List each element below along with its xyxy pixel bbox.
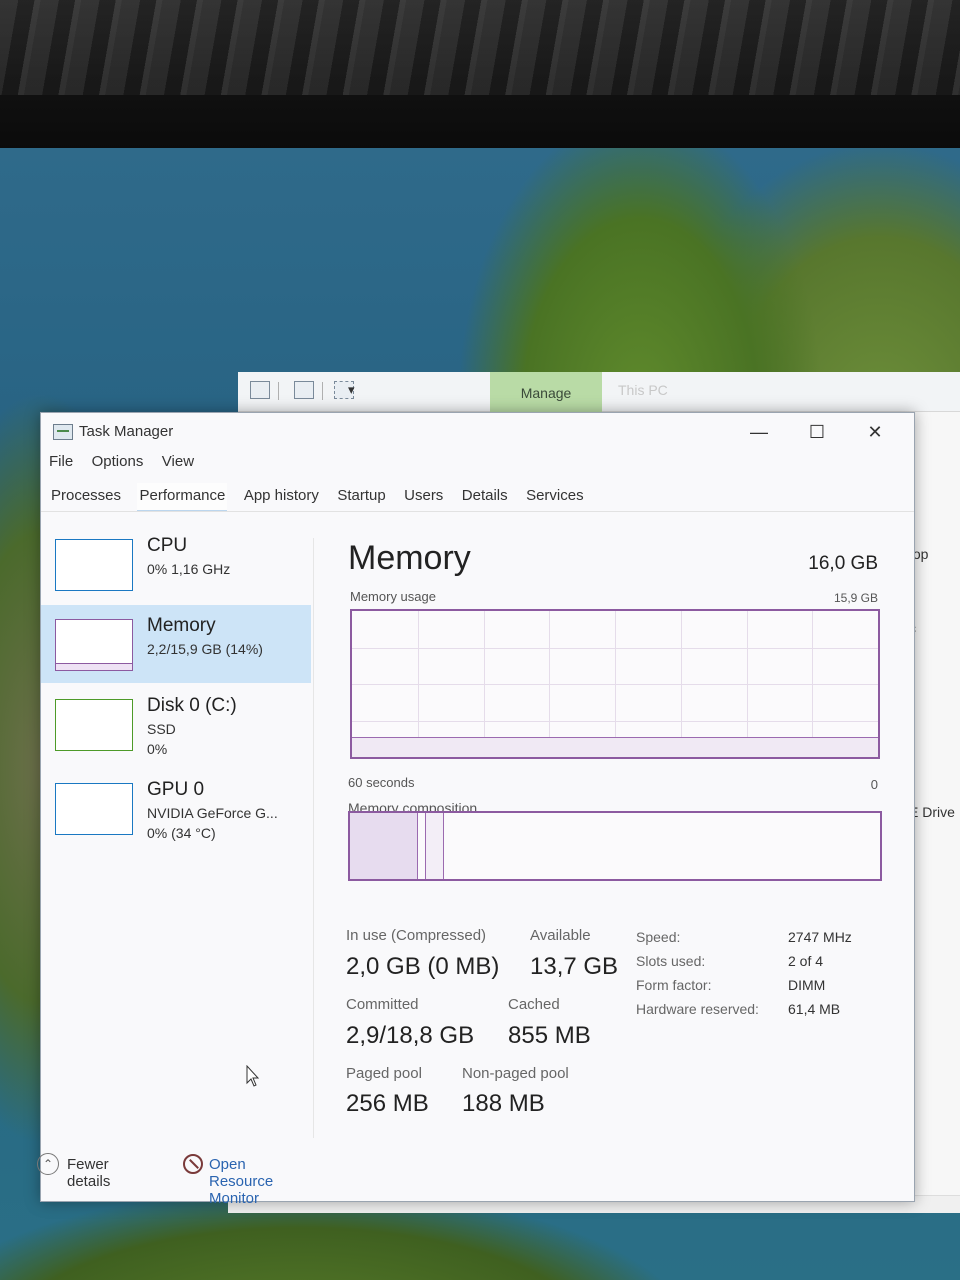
- cpu-mini-graph: [55, 539, 133, 591]
- memory-composition-bar: [348, 811, 882, 881]
- disk-mini-graph: [55, 699, 133, 751]
- menu-view[interactable]: View: [162, 453, 194, 470]
- explorer-title-bar: ▾ Manage This PC: [238, 372, 960, 412]
- toolbar-separator: [322, 382, 323, 400]
- tab-users[interactable]: Users: [402, 483, 445, 510]
- memory-usage-label: Memory usage: [350, 589, 436, 604]
- time-axis-end: 0: [870, 777, 878, 792]
- fewer-details-label: Fewer details: [67, 1156, 111, 1190]
- explorer-partial-text: E Drive: [909, 804, 955, 820]
- gpu-mini-graph: [55, 783, 133, 835]
- desk-background: [0, 0, 960, 95]
- committed-value: 2,9/18,8 GB: [346, 1022, 475, 1049]
- paged-pool-label: Paged pool: [346, 1065, 422, 1082]
- in-use-label: In use (Compressed): [346, 927, 487, 944]
- properties-icon[interactable]: [294, 381, 314, 399]
- spec-slots-value: 2 of 4: [788, 953, 824, 969]
- spec-hardware-reserved-value: 61,4 MB: [788, 1001, 841, 1017]
- sidebar-item-detail: NVIDIA GeForce G...: [147, 805, 278, 821]
- sidebar-item-detail: 0% (34 °C): [147, 825, 216, 841]
- performance-sidebar: CPU 0% 1,16 GHz Memory 2,2/15,9 GB (14%)…: [41, 525, 311, 1125]
- sidebar-item-detail: SSD: [147, 721, 176, 737]
- sidebar-item-gpu[interactable]: GPU 0 NVIDIA GeForce G... 0% (34 °C): [41, 769, 311, 847]
- minimize-button[interactable]: —: [733, 415, 785, 449]
- menu-file[interactable]: File: [49, 453, 73, 470]
- sidebar-divider: [313, 538, 314, 1138]
- tab-details[interactable]: Details: [460, 483, 510, 510]
- spec-slots-label: Slots used:: [636, 953, 706, 969]
- sidebar-item-label: GPU 0: [147, 779, 205, 800]
- tab-performance[interactable]: Performance: [137, 483, 228, 512]
- sidebar-item-detail: 2,2/15,9 GB (14%): [147, 641, 263, 657]
- toolbar-separator: [278, 382, 279, 400]
- maximize-button[interactable]: ☐: [791, 415, 843, 449]
- sidebar-item-label: Disk 0 (C:): [147, 695, 237, 716]
- resource-monitor-icon: [183, 1154, 203, 1174]
- footer: ⌃ Fewer details Open Resource Monitor: [37, 1153, 910, 1207]
- tab-app-history[interactable]: App history: [242, 483, 321, 510]
- menu-bar: File Options View: [49, 453, 208, 477]
- memory-mini-graph-fill: [56, 663, 132, 670]
- non-paged-pool-label: Non-paged pool: [462, 1065, 569, 1082]
- sidebar-item-detail: 0%: [147, 741, 168, 757]
- memory-usage-max: 15,9 GB: [833, 591, 878, 605]
- composition-in-use: [350, 813, 418, 879]
- available-value: 13,7 GB: [530, 953, 619, 980]
- tab-divider: [41, 511, 914, 512]
- composition-modified: [418, 813, 426, 879]
- sidebar-item-cpu[interactable]: CPU 0% 1,16 GHz: [41, 525, 311, 603]
- tab-bar: Processes Performance App history Startu…: [49, 483, 596, 513]
- explorer-window-title: This PC: [618, 382, 668, 398]
- graph-gridline: [352, 647, 878, 649]
- memory-mini-graph: [55, 619, 133, 671]
- committed-label: Committed: [346, 996, 419, 1013]
- graph-gridline: [352, 684, 878, 685]
- chevron-up-icon: ⌃: [37, 1153, 59, 1175]
- spec-form-factor-value: DIMM: [788, 977, 826, 993]
- menu-options[interactable]: Options: [92, 453, 144, 470]
- spec-form-factor-label: Form factor:: [636, 977, 712, 993]
- title-bar[interactable]: Task Manager — ☐ ✕: [41, 413, 914, 451]
- ribbon-tab-manage[interactable]: Manage: [490, 372, 602, 412]
- memory-usage-graph: [350, 609, 880, 759]
- tab-processes[interactable]: Processes: [49, 483, 123, 510]
- mouse-cursor-icon: [246, 1065, 260, 1087]
- sidebar-item-label: CPU: [147, 535, 188, 556]
- open-resource-monitor-label: Open Resource Monitor: [209, 1156, 274, 1207]
- sidebar-item-memory[interactable]: Memory 2,2/15,9 GB (14%): [41, 605, 311, 683]
- memory-panel: Memory 16,0 GB Memory usage 15,9 GB 60 s…: [346, 525, 886, 1125]
- cached-label: Cached: [508, 996, 560, 1013]
- time-axis-label: 60 seconds: [348, 775, 415, 790]
- available-label: Available: [530, 927, 591, 944]
- spec-hardware-reserved-label: Hardware reserved:: [636, 1001, 759, 1017]
- sidebar-item-label: Memory: [147, 615, 216, 636]
- tab-startup[interactable]: Startup: [335, 483, 387, 510]
- composition-standby: [426, 813, 444, 879]
- page-title: Memory: [348, 539, 471, 577]
- spec-speed-value: 2747 MHz: [788, 929, 852, 945]
- paged-pool-value: 256 MB: [346, 1090, 429, 1117]
- memory-usage-area: [352, 737, 878, 757]
- sidebar-item-disk[interactable]: Disk 0 (C:) SSD 0%: [41, 685, 311, 763]
- close-button[interactable]: ✕: [849, 415, 901, 449]
- quick-access-dropdown-icon[interactable]: ▾: [348, 382, 355, 398]
- cached-value: 855 MB: [508, 1022, 591, 1049]
- spec-speed-label: Speed:: [636, 929, 681, 945]
- task-manager-icon: [53, 424, 73, 440]
- memory-total: 16,0 GB: [808, 553, 878, 574]
- graph-gridline: [352, 720, 878, 722]
- footer-row: ⌃ Fewer details Open Resource Monitor: [37, 1153, 910, 1207]
- window-title: Task Manager: [79, 423, 174, 440]
- sidebar-item-detail: 0% 1,16 GHz: [147, 561, 231, 577]
- in-use-value: 2,0 GB (0 MB): [346, 953, 500, 980]
- computer-icon[interactable]: [250, 381, 270, 399]
- non-paged-pool-value: 188 MB: [462, 1090, 545, 1117]
- task-manager-window: Task Manager — ☐ ✕ File Options View Pro…: [37, 412, 915, 1207]
- tab-services[interactable]: Services: [524, 483, 586, 510]
